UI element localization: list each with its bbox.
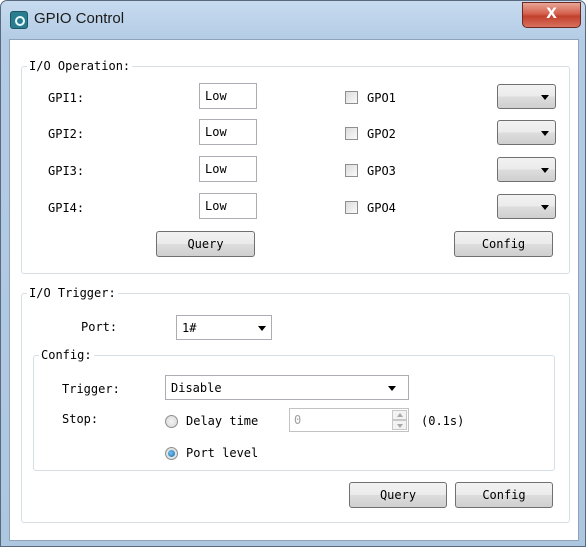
gpo1-checkbox[interactable] bbox=[345, 91, 358, 104]
gpi3-label: GPI3: bbox=[48, 164, 85, 178]
chevron-down-icon bbox=[388, 386, 396, 391]
close-button[interactable]: X bbox=[522, 2, 581, 28]
gpo4-dropdown[interactable] bbox=[497, 194, 556, 219]
delay-time-radio[interactable] bbox=[165, 415, 178, 428]
port-label: Port: bbox=[81, 320, 118, 334]
trigger-dropdown-value: Disable bbox=[171, 381, 222, 395]
delay-time-label: Delay time bbox=[186, 414, 259, 428]
chevron-down-icon bbox=[541, 131, 549, 136]
gpi4-label: GPI4: bbox=[48, 201, 85, 215]
gpo3-dropdown[interactable] bbox=[497, 157, 556, 182]
chevron-down-icon bbox=[541, 168, 549, 173]
io-operation-group-label: I/O Operation: bbox=[27, 59, 133, 73]
gpo4-label: GPO4 bbox=[367, 201, 396, 215]
gpo1-dropdown[interactable] bbox=[497, 84, 556, 109]
chevron-down-icon bbox=[541, 95, 549, 100]
title-bar[interactable]: GPIO Control X bbox=[1, 1, 585, 39]
port-level-radio[interactable] bbox=[165, 447, 178, 460]
io-query-button[interactable]: Query bbox=[156, 231, 255, 257]
spin-down-icon[interactable] bbox=[392, 420, 407, 430]
trigger-label: Trigger: bbox=[62, 382, 120, 396]
chevron-down-icon bbox=[541, 205, 549, 210]
trigger-dropdown[interactable]: Disable bbox=[165, 375, 409, 400]
io-trigger-group: I/O Trigger: Port: 1# Config: Trigger: D… bbox=[21, 286, 570, 523]
io-operation-group: I/O Operation: GPI1: Low GPO1 GPI2: Low … bbox=[21, 59, 570, 274]
port-level-label: Port level bbox=[186, 446, 259, 460]
config-group-label: Config: bbox=[39, 348, 94, 362]
gpo2-label: GPO2 bbox=[367, 127, 396, 141]
dialog-client-area: I/O Operation: GPI1: Low GPO1 GPI2: Low … bbox=[9, 39, 579, 541]
spin-up-icon[interactable] bbox=[392, 410, 407, 420]
delay-time-spin-buttons bbox=[392, 410, 407, 430]
io-config-button[interactable]: Config bbox=[454, 231, 553, 257]
gpo3-checkbox[interactable] bbox=[345, 164, 358, 177]
close-icon: X bbox=[546, 6, 557, 22]
stop-label: Stop: bbox=[62, 412, 99, 426]
gpo2-checkbox[interactable] bbox=[345, 127, 358, 140]
delay-unit-label: (0.1s) bbox=[421, 414, 465, 428]
gpo2-dropdown[interactable] bbox=[497, 120, 556, 145]
gpi2-value-field: Low bbox=[199, 119, 257, 145]
gpo4-checkbox[interactable] bbox=[345, 201, 358, 214]
window-title: GPIO Control bbox=[34, 10, 125, 27]
gpi2-label: GPI2: bbox=[48, 127, 85, 141]
trigger-query-button[interactable]: Query bbox=[349, 482, 447, 508]
port-dropdown[interactable]: 1# bbox=[176, 315, 272, 340]
gpo3-label: GPO3 bbox=[367, 164, 396, 178]
gpio-control-window: GPIO Control X I/O Operation: GPI1: Low … bbox=[0, 0, 586, 547]
gpo1-label: GPO1 bbox=[367, 91, 396, 105]
trigger-config-button[interactable]: Config bbox=[455, 482, 553, 508]
port-dropdown-value: 1# bbox=[182, 321, 197, 335]
config-group: Config: Trigger: Disable Stop: Delay tim… bbox=[33, 348, 555, 471]
gpi4-value-field: Low bbox=[199, 193, 257, 219]
gpi1-label: GPI1: bbox=[48, 91, 85, 105]
gpi1-value-field: Low bbox=[199, 83, 257, 109]
gpi3-value-field: Low bbox=[199, 156, 257, 182]
io-trigger-group-label: I/O Trigger: bbox=[27, 286, 118, 300]
delay-time-spinner[interactable]: 0 bbox=[289, 408, 409, 432]
delay-time-value: 0 bbox=[294, 413, 302, 427]
app-icon bbox=[10, 11, 28, 29]
chevron-down-icon bbox=[258, 326, 266, 331]
